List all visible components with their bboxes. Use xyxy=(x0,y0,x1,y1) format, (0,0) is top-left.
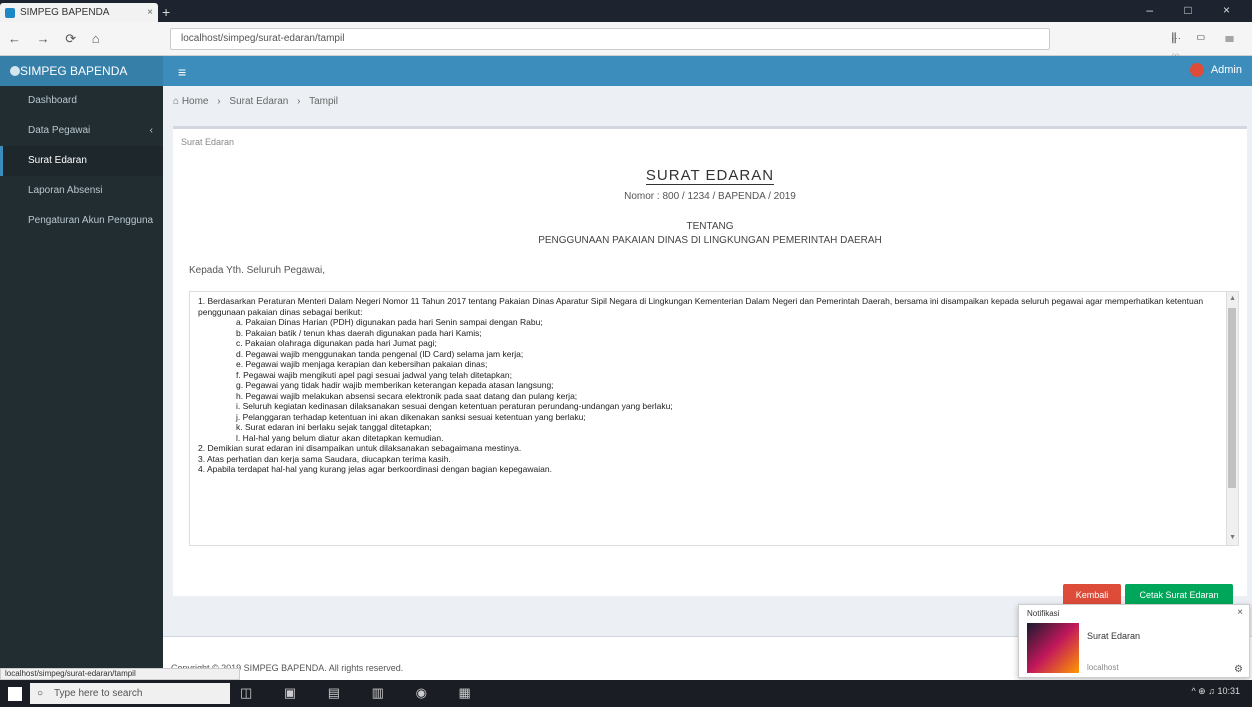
sidebar-item-pengaturan[interactable]: Pengaturan Akun Pengguna xyxy=(0,206,163,236)
breadcrumb-separator: › xyxy=(217,96,221,107)
list-item: j. Pelanggaran terhadap ketentuan ini ak… xyxy=(236,411,586,422)
list-item: k. Surat edaran ini berlaku sejak tangga… xyxy=(236,422,432,432)
document-box: Surat Edaran SURAT EDARAN Nomor : 800 / … xyxy=(173,126,1247,596)
menu-toggle-icon[interactable]: ≡ xyxy=(178,64,186,80)
chevron-left-icon: ‹ xyxy=(149,125,153,136)
paragraph: 3. Atas perhatian dan kerja sama Saudara… xyxy=(198,453,451,464)
address-bar[interactable]: localhost/simpeg/surat-edaran/tampil ···… xyxy=(170,28,1181,84)
breadcrumb-home[interactable]: ⌂ Home xyxy=(173,96,209,107)
taskbar-search[interactable]: ○ Type here to search xyxy=(30,683,230,704)
scrollbar[interactable]: ▲ ▼ xyxy=(1226,292,1238,545)
notification-thumbnail xyxy=(1027,623,1079,673)
salutation: Kepada Yth. Seluruh Pegawai, xyxy=(189,265,326,276)
document-title: SURAT EDARAN xyxy=(173,167,1247,185)
breadcrumb-page: Tampil xyxy=(309,96,338,107)
sidebar-item-label: Surat Edaran xyxy=(28,155,87,166)
sidebar-item-laporan[interactable]: Laporan Absensi xyxy=(0,176,163,206)
tab-favicon-icon xyxy=(5,8,15,18)
sidebar-item-label: Dashboard xyxy=(28,95,77,106)
list-item: a. Pakaian Dinas Harian (PDH) digunakan … xyxy=(236,317,543,327)
scroll-up-icon[interactable]: ▲ xyxy=(1229,294,1236,305)
scrollbar-thumb[interactable] xyxy=(1228,308,1236,488)
sidebar-item-label: Laporan Absensi xyxy=(28,185,103,196)
new-tab-button[interactable]: + xyxy=(162,4,170,20)
breadcrumb-separator: › xyxy=(297,96,301,107)
brand-logo[interactable]: SIMPEG BAPENDA xyxy=(0,56,163,86)
paragraph: 4. Apabila terdapat hal-hal yang kurang … xyxy=(198,464,552,474)
tab-title: SIMPEG BAPENDA xyxy=(20,7,110,18)
search-placeholder: Type here to search xyxy=(54,688,143,699)
notification-body: Surat Edaran xyxy=(1087,631,1141,641)
list-item: e. Pegawai wajib menjaga kerapian dan ke… xyxy=(236,359,488,369)
toolbar-icons[interactable]: ⫼ ▭ ☰ xyxy=(1171,31,1242,46)
brand-icon xyxy=(10,66,20,76)
browser-toolbar: ← → ⟳ ⌂ localhost/simpeg/surat-edaran/ta… xyxy=(0,22,1252,84)
list-item: g. Pegawai yang tidak hadir wajib member… xyxy=(236,380,554,390)
windows-start-icon[interactable] xyxy=(8,687,22,701)
gear-icon[interactable]: ⚙ xyxy=(1234,664,1243,675)
sidebar: Dashboard Data Pegawai ‹ Surat Edaran Lap… xyxy=(0,86,163,680)
notification-title: Notifikasi xyxy=(1027,609,1060,618)
sidebar-item-data-pegawai[interactable]: Data Pegawai ‹ xyxy=(0,116,163,146)
box-label: Surat Edaran xyxy=(181,137,235,147)
paragraph: 1. Berdasarkan Peraturan Menteri Dalam N… xyxy=(198,296,1204,317)
brand-text: SIMPEG BAPENDA xyxy=(20,64,128,78)
document-subject: PENGGUNAAN PAKAIAN DINAS DI LINGKUNGAN P… xyxy=(538,235,882,246)
tab-close-icon[interactable]: × xyxy=(147,3,153,22)
taskbar: ○ Type here to search ◫ ▣ ▤ ▥ ◉ ▦ ^ ⊕ ♫ … xyxy=(0,680,1252,707)
sidebar-item-surat-edaran[interactable]: Surat Edaran xyxy=(0,146,163,176)
list-item: c. Pakaian olahraga digunakan pada hari … xyxy=(236,338,437,348)
list-item: b. Pakaian batik / tenun khas daerah dig… xyxy=(236,327,482,338)
document-number: Nomor : 800 / 1234 / BAPENDA / 2019 xyxy=(624,191,796,202)
list-item: h. Pegawai wajib melakukan absensi secar… xyxy=(236,390,578,401)
status-bar: localhost/simpeg/surat-edaran/tampil xyxy=(0,668,240,680)
breadcrumb-section[interactable]: Surat Edaran xyxy=(229,96,288,107)
list-item: f. Pegawai wajib mengikuti apel pagi ses… xyxy=(236,369,512,380)
nav-buttons[interactable]: ← → ⟳ ⌂ xyxy=(8,31,106,47)
app-header: SIMPEG BAPENDA ≡ Admin xyxy=(0,56,1252,86)
list-item: l. Hal-hal yang belum diatur akan diteta… xyxy=(236,432,444,443)
paragraph: 2. Demikian surat edaran ini disampaikan… xyxy=(198,443,522,453)
list-item: i. Seluruh kegiatan kedinasan dilaksanak… xyxy=(236,401,673,411)
system-tray[interactable]: ^ ⊕ ♫ 10:31 xyxy=(1191,686,1240,697)
list-item: d. Pegawai wajib menggunakan tanda penge… xyxy=(236,348,524,359)
search-icon: ○ xyxy=(37,688,44,699)
main-content: ⌂ Home › Surat Edaran › Tampil Surat Eda… xyxy=(163,86,1252,680)
user-menu[interactable]: Admin xyxy=(1190,63,1242,77)
notification-source: localhost xyxy=(1087,663,1119,672)
scroll-down-icon[interactable]: ▼ xyxy=(1229,533,1236,544)
sidebar-item-label: Data Pegawai xyxy=(28,125,91,136)
print-button[interactable]: Cetak Surat Edaran xyxy=(1125,584,1233,606)
close-icon[interactable]: × xyxy=(1237,607,1243,618)
sidebar-item-label: Pengaturan Akun Pengguna xyxy=(28,215,154,226)
browser-tabbar: SIMPEG BAPENDA × + – □ × xyxy=(0,0,1252,22)
document-title-text: SURAT EDARAN xyxy=(645,167,775,185)
window-controls[interactable]: – □ × xyxy=(1146,3,1244,17)
url-text: localhost/simpeg/surat-edaran/tampil xyxy=(181,33,345,44)
taskbar-apps[interactable]: ◫ ▣ ▤ ▥ ◉ ▦ xyxy=(240,685,485,701)
document-body[interactable]: 1. Berdasarkan Peraturan Menteri Dalam N… xyxy=(189,291,1239,546)
browser-tab[interactable]: SIMPEG BAPENDA × xyxy=(0,3,158,22)
sidebar-item-dashboard[interactable]: Dashboard xyxy=(0,86,163,116)
breadcrumb: ⌂ Home › Surat Edaran › Tampil xyxy=(173,96,344,107)
back-button[interactable]: Kembali xyxy=(1063,584,1121,606)
user-name: Admin xyxy=(1210,63,1242,76)
avatar xyxy=(1190,63,1205,77)
document-tentang: TENTANG xyxy=(686,221,734,232)
notification-popup[interactable]: Notifikasi × Surat Edaran localhost ⚙ xyxy=(1018,604,1250,678)
